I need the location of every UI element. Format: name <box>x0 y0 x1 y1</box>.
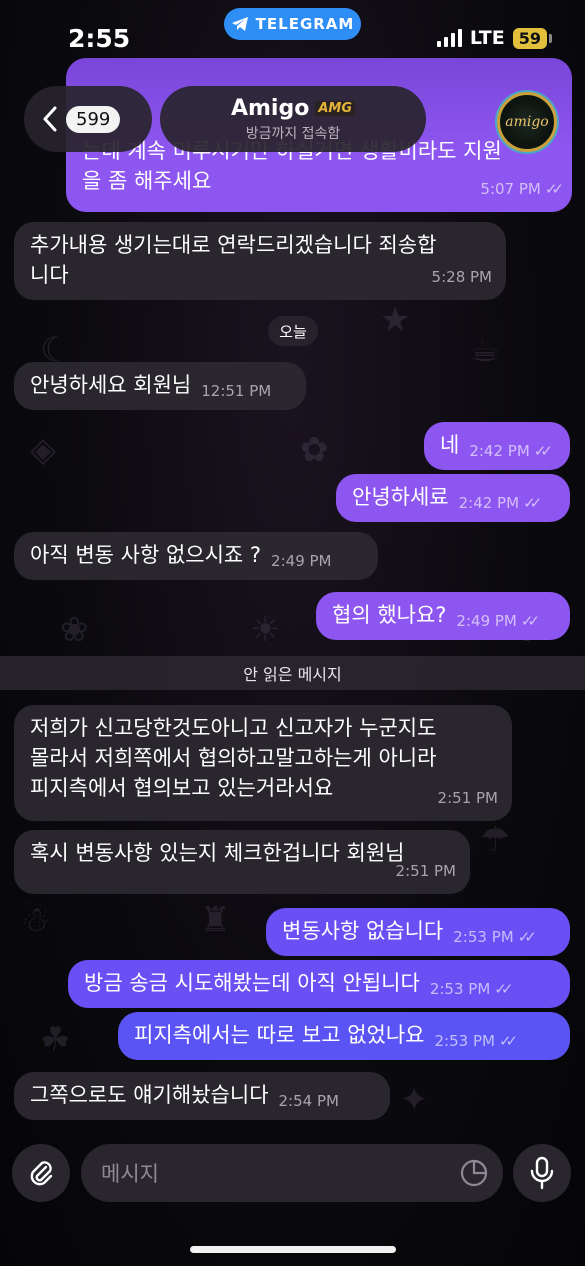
outgoing-message[interactable]: 피지측에서는 따로 보고 없었나요 2:53 PM ✓✓ <box>118 1012 570 1060</box>
message-meta: 2:49 PM ✓✓ <box>456 612 540 630</box>
message-text: 혹시 변동사항 있는지 체크한겁니다 회원님 <box>30 841 405 865</box>
incoming-message[interactable]: 그쪽으로도 얘기해놨습니다 2:54 PM <box>14 1072 390 1120</box>
incoming-message[interactable]: 혹시 변동사항 있는지 체크한겁니다 회원님 2:51 PM <box>14 830 470 894</box>
double-check-icon: ✓✓ <box>520 612 540 630</box>
message-meta: 2:51 PM <box>396 856 456 886</box>
chat-screen: ☾★ ☕◈ ✿✈ ❀☀ ♪☂ ☃♜ ✦☘ 2:55 TELEGRAM LTE 5… <box>0 0 585 1266</box>
message-text: 협의 했나요? <box>332 603 447 627</box>
paperclip-icon <box>30 1161 53 1186</box>
message-time: 5:28 PM <box>431 268 492 286</box>
double-check-icon: ✓✓ <box>498 1032 518 1050</box>
message-text: 네 <box>440 433 460 457</box>
status-time: 2:55 <box>68 24 131 53</box>
message-input-placeholder: 메시지 <box>101 1162 159 1186</box>
message-time: 2:53 PM <box>429 980 491 998</box>
chat-name: Amigo <box>230 95 310 121</box>
message-meta: 5:07 PM ✓✓ <box>480 174 564 204</box>
signal-icon <box>436 29 462 47</box>
double-check-icon: ✓✓ <box>523 494 542 512</box>
message-time: 2:54 PM <box>278 1092 339 1110</box>
message-time: 5:07 PM <box>480 180 541 198</box>
chat-title[interactable]: Amigo AMG 방금까지 접속함 <box>160 86 426 152</box>
double-check-icon: ✓✓ <box>533 442 553 460</box>
outgoing-message[interactable]: 변동사항 없습니다 2:53 PM ✓✓ <box>266 908 570 956</box>
message-time: 12:51 PM <box>201 382 272 400</box>
network-label: LTE <box>469 27 505 49</box>
message-meta: 12:51 PM <box>201 382 271 400</box>
outgoing-message[interactable]: 네 2:42 PM ✓✓ <box>424 422 570 470</box>
outgoing-message[interactable]: 방금 송금 시도해봤는데 아직 안됩니다 2:53 PM ✓✓ <box>68 960 570 1008</box>
message-meta: 2:53 PM ✓✓ <box>429 980 514 998</box>
chat-name-tag: AMG <box>315 100 356 116</box>
home-indicator[interactable] <box>190 1246 396 1253</box>
avatar[interactable]: amigo <box>497 92 557 152</box>
incoming-message[interactable]: 안녕하세요 회원님 12:51 PM <box>14 362 306 410</box>
chevron-left-icon <box>43 106 57 132</box>
message-meta: 2:42 PM ✓✓ <box>458 494 543 512</box>
message-meta: 2:53 PM ✓✓ <box>453 928 537 946</box>
message-text: 저희가 신고당한것도아니고 신고자가 누군지도 몰라서 저희쪽에서 협의하고말고… <box>30 716 437 800</box>
message-text: 안녕하세료 <box>352 485 449 509</box>
incoming-message[interactable]: 아직 변동 사항 없으시죠 ? 2:49 PM <box>14 532 378 580</box>
message-text: 안녕하세요 회원님 <box>30 373 192 397</box>
message-meta: 2:42 PM ✓✓ <box>469 442 553 460</box>
message-meta: 2:54 PM <box>279 1092 339 1110</box>
outgoing-message[interactable]: 안녕하세료 2:42 PM ✓✓ <box>336 474 570 522</box>
message-text: 변동사항 없습니다 <box>282 919 444 943</box>
message-time: 2:42 PM <box>469 442 530 460</box>
unread-count-badge: 599 <box>66 105 121 133</box>
avatar-text: amigo <box>505 114 549 130</box>
message-text: 추가내용 생기는대로 연락드리겠습니다 죄송합 니다 <box>30 233 437 287</box>
message-time: 2:51 PM <box>437 789 498 807</box>
message-meta: 2:53 PM ✓✓ <box>434 1032 519 1050</box>
message-text: 아직 변동 사항 없으시죠 ? <box>30 543 262 567</box>
telegram-icon <box>231 17 248 31</box>
message-time: 2:53 PM <box>453 928 514 946</box>
telegram-pill-label: TELEGRAM <box>255 15 355 33</box>
microphone-icon <box>530 1156 554 1190</box>
back-button[interactable]: 599 <box>24 86 152 152</box>
double-check-icon: ✓✓ <box>494 980 513 998</box>
message-input[interactable]: 메시지 <box>81 1144 503 1202</box>
double-check-icon: ✓✓ <box>544 180 564 198</box>
message-text: 피지측에서는 따로 보고 없었나요 <box>134 1023 425 1047</box>
message-meta: 5:28 PM <box>432 262 492 292</box>
unread-separator: 안 읽은 메시지 <box>0 656 585 690</box>
message-time: 2:49 PM <box>271 552 332 570</box>
message-time: 2:42 PM <box>458 494 520 512</box>
message-meta: 2:49 PM <box>271 552 331 570</box>
outgoing-message[interactable]: 협의 했나요? 2:49 PM ✓✓ <box>316 592 570 640</box>
last-seen-status: 방금까지 접속함 <box>245 125 341 142</box>
message-text: 방금 송금 시도해봤는데 아직 안됩니다 <box>84 971 420 995</box>
microphone-button[interactable] <box>513 1144 571 1202</box>
double-check-icon: ✓✓ <box>517 928 537 946</box>
message-time: 2:53 PM <box>434 1032 495 1050</box>
message-meta: 2:51 PM <box>438 783 498 813</box>
status-indicators: LTE 59 <box>436 27 553 49</box>
message-text: 그쪽으로도 얘기해놨습니다 <box>30 1083 269 1107</box>
telegram-pill[interactable]: TELEGRAM <box>224 8 361 40</box>
sticker-icon[interactable] <box>459 1158 489 1188</box>
message-time: 2:51 PM <box>395 862 456 880</box>
incoming-message[interactable]: 저희가 신고당한것도아니고 신고자가 누군지도 몰라서 저희쪽에서 협의하고말고… <box>14 705 512 821</box>
attach-button[interactable] <box>12 1144 70 1202</box>
message-time: 2:49 PM <box>456 612 517 630</box>
incoming-message[interactable]: 추가내용 생기는대로 연락드리겠습니다 죄송합 니다 5:28 PM <box>14 222 506 300</box>
battery-icon: 59 <box>512 27 553 49</box>
date-separator: 오늘 <box>268 316 318 346</box>
